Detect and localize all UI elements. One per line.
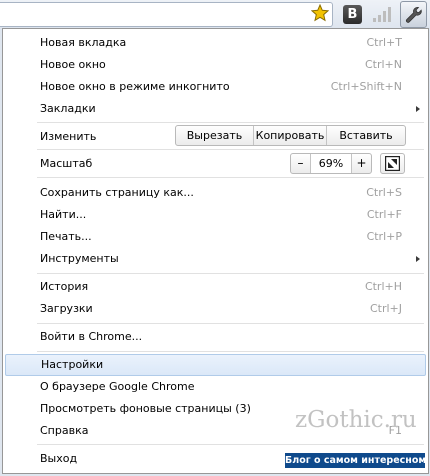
address-bar[interactable] [0,2,333,27]
menu-item-label: Новое окно в режиме инкогнито [40,80,230,93]
menu-item-label: Загрузки [40,302,93,315]
fullscreen-icon [385,156,400,171]
menu-item-shortcut: Ctrl+H [364,280,402,293]
menu-item-label: Масштаб [40,157,93,170]
fullscreen-button[interactable] [380,153,405,174]
menu-item-label: Войти в Chrome... [40,330,143,343]
menu-separator [37,177,424,178]
extension-b-icon[interactable]: B [343,5,362,24]
menu-item-new-window[interactable]: Новое окно Ctrl+N [3,54,428,76]
menu-item-label: Изменить [40,130,97,143]
watermark-tagline: Блог о самом интересном [285,453,427,468]
menu-item-shortcut: Ctrl+P [366,230,402,243]
menu-item-shortcut: Ctrl+J [369,302,402,315]
watermark-site-name: zGothic.ru [295,407,417,433]
menu-separator [37,273,424,274]
menu-item-shortcut: Ctrl+T [366,36,402,49]
menu-separator [37,149,424,150]
menu-item-label: Просмотреть фоновые страницы (3) [40,402,251,415]
zoom-control-group: – 69% + [290,153,372,174]
zoom-in-button[interactable]: + [352,154,371,173]
menu-item-bookmarks[interactable]: Закладки [3,98,428,120]
menu-item-shortcut: Ctrl+S [366,186,402,199]
menu-item-label: Найти... [40,208,87,221]
submenu-arrow-icon [416,106,420,112]
menu-item-label: Закладки [40,102,96,115]
edit-button-group: Вырезать Копировать Вставить [175,125,406,146]
menu-item-save-page[interactable]: Сохранить страницу как... Ctrl+S [3,182,428,204]
menu-item-label: Выход [40,452,78,465]
menu-item-label: Новая вкладка [40,36,127,49]
menu-item-label: Сохранить страницу как... [40,186,194,199]
paste-button[interactable]: Вставить [327,126,405,145]
menu-item-label: О браузере Google Chrome [40,380,195,393]
wrench-menu-button[interactable] [400,1,427,28]
browser-toolbar: B [0,0,430,30]
menu-separator [37,444,424,445]
menu-item-shortcut: Ctrl+F [366,208,402,221]
menu-item-tools[interactable]: Инструменты [3,248,428,270]
menu-item-shortcut: Ctrl+Shift+N [330,80,402,93]
cut-button[interactable]: Вырезать [176,126,254,145]
star-icon[interactable] [310,3,330,22]
wrench-icon [405,6,422,23]
copy-button[interactable]: Копировать [254,126,327,145]
signal-bars-icon[interactable] [373,7,391,22]
menu-item-label: История [40,280,89,293]
menu-item-label: Настройки [41,358,104,371]
menu-item-downloads[interactable]: Загрузки Ctrl+J [3,298,428,320]
zoom-level-value: 69% [310,154,352,173]
menu-item-sign-in[interactable]: Войти в Chrome... [3,326,428,348]
menu-separator [37,323,424,324]
menu-item-new-incognito-window[interactable]: Новое окно в режиме инкогнито Ctrl+Shift… [3,76,428,98]
menu-item-settings[interactable]: Настройки [5,354,426,376]
zoom-out-button[interactable]: – [291,154,310,173]
menu-separator [37,351,424,352]
menu-item-find[interactable]: Найти... Ctrl+F [3,204,428,226]
menu-item-label: Справка [40,424,89,437]
menu-separator [37,122,424,123]
menu-item-shortcut: Ctrl+N [364,58,402,71]
menu-item-label: Печать... [40,230,92,243]
menu-item-history[interactable]: История Ctrl+H [3,276,428,298]
menu-item-print[interactable]: Печать... Ctrl+P [3,226,428,248]
menu-item-label: Новое окно [40,58,106,71]
menu-item-about[interactable]: О браузере Google Chrome [3,376,428,398]
menu-item-new-tab[interactable]: Новая вкладка Ctrl+T [3,32,428,54]
submenu-arrow-icon [416,256,420,262]
menu-item-label: Инструменты [40,252,119,265]
